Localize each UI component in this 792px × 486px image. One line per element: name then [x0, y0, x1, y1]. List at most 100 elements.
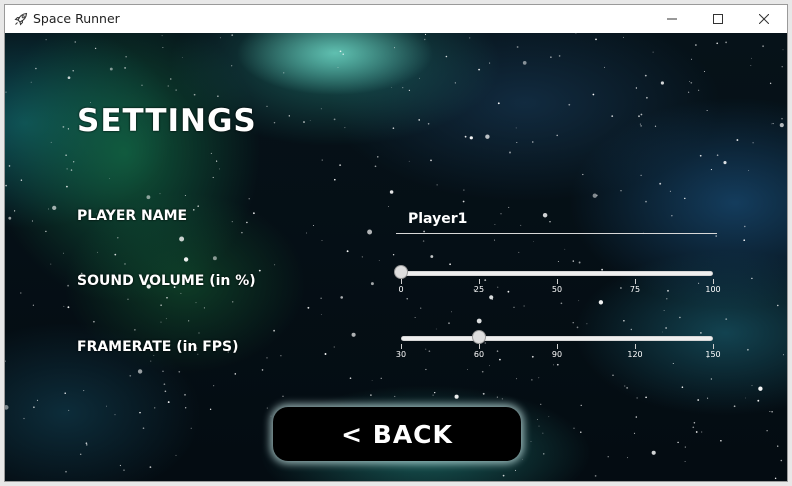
- star: [83, 390, 85, 392]
- star: [693, 422, 696, 424]
- framerate-slider[interactable]: 30 60 90 120 150: [396, 330, 721, 370]
- star: [687, 91, 690, 93]
- star: [639, 123, 641, 125]
- slider-tick-label: 60: [473, 350, 485, 359]
- star: [203, 307, 205, 309]
- star: [436, 184, 438, 186]
- star: [462, 200, 465, 203]
- back-button[interactable]: < BACK: [273, 407, 521, 461]
- star: [710, 378, 713, 380]
- star: [146, 195, 151, 200]
- star: [540, 403, 542, 405]
- star: [62, 126, 65, 128]
- star: [371, 380, 373, 381]
- star: [747, 348, 749, 351]
- star: [164, 390, 167, 393]
- star: [564, 248, 566, 250]
- star: [771, 411, 773, 413]
- star: [124, 263, 126, 265]
- star: [344, 127, 346, 129]
- star: [521, 458, 523, 460]
- star: [651, 450, 656, 455]
- star: [644, 74, 647, 77]
- star: [73, 161, 75, 163]
- slider-track[interactable]: [401, 271, 713, 276]
- star: [320, 297, 322, 299]
- star: [402, 87, 404, 89]
- star: [640, 125, 642, 127]
- star: [74, 41, 76, 43]
- star: [478, 68, 481, 71]
- star: [337, 66, 339, 68]
- star: [85, 442, 88, 445]
- star: [184, 194, 186, 197]
- star: [482, 392, 485, 395]
- star: [640, 113, 643, 116]
- star: [586, 323, 588, 325]
- star: [67, 284, 70, 287]
- star: [523, 305, 525, 307]
- star: [684, 460, 686, 463]
- slider-thumb[interactable]: [472, 330, 486, 344]
- star: [175, 89, 177, 91]
- maximize-button[interactable]: [695, 5, 741, 33]
- star: [65, 154, 67, 156]
- slider-track[interactable]: [401, 336, 713, 341]
- star: [777, 445, 779, 447]
- star: [751, 57, 752, 59]
- back-button-label: < BACK: [341, 419, 453, 449]
- star: [518, 251, 520, 253]
- star: [432, 394, 434, 396]
- rocket-icon: [13, 11, 29, 27]
- star: [750, 65, 752, 66]
- star: [66, 185, 68, 188]
- slider-thumb[interactable]: [394, 265, 408, 279]
- star: [751, 277, 753, 280]
- star: [744, 225, 746, 228]
- star: [454, 394, 459, 399]
- star: [160, 304, 162, 306]
- star: [309, 120, 311, 121]
- star: [321, 240, 323, 241]
- star: [710, 169, 712, 171]
- minimize-button[interactable]: [649, 5, 695, 33]
- star: [422, 240, 425, 242]
- star: [188, 320, 190, 322]
- sound-volume-slider[interactable]: 0 25 50 75 100: [394, 265, 721, 305]
- star: [63, 305, 65, 307]
- star: [266, 407, 268, 409]
- star: [635, 416, 638, 418]
- player-name-input[interactable]: [396, 204, 717, 234]
- star: [94, 47, 97, 50]
- close-button[interactable]: [741, 5, 787, 33]
- star: [162, 370, 164, 373]
- star: [538, 377, 540, 379]
- star: [324, 353, 327, 355]
- star: [31, 220, 33, 222]
- star: [378, 260, 380, 261]
- app-window: Space Runner SETTINGS PLAYER NAME SOUND …: [4, 4, 788, 482]
- star: [781, 118, 783, 120]
- star: [154, 407, 156, 409]
- star: [142, 427, 145, 429]
- star: [273, 329, 275, 332]
- star: [592, 93, 595, 96]
- star: [771, 123, 773, 125]
- star: [388, 205, 389, 207]
- star: [695, 44, 697, 46]
- star: [757, 399, 760, 402]
- slider-tick-label: 50: [551, 285, 563, 294]
- slider-tick: [713, 279, 714, 284]
- star: [659, 182, 662, 185]
- star: [612, 374, 614, 376]
- title-bar[interactable]: Space Runner: [5, 5, 787, 33]
- star: [451, 311, 452, 313]
- slider-tick: [557, 344, 558, 349]
- star: [522, 61, 527, 65]
- star: [5, 405, 9, 410]
- star: [496, 396, 498, 398]
- star: [109, 67, 113, 71]
- star: [183, 257, 189, 262]
- star: [218, 168, 220, 170]
- star: [231, 65, 233, 67]
